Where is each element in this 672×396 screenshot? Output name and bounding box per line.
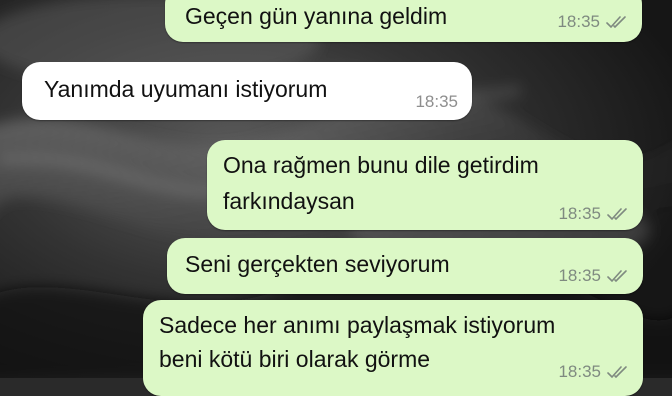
message-meta: 18:35 [558,202,631,227]
message-time: 18:35 [557,12,600,31]
message-bubble-incoming[interactable]: Yanımda uyumanı istiyorum 18:35 [22,62,472,120]
message-bubble-outgoing[interactable]: Sadece her anımı paylaşmak istiyorum ben… [143,300,643,396]
read-ticks-icon [606,15,630,29]
message-text-line: Sadece her anımı paylaşmak istiyorum [159,312,556,338]
message-text: Geçen gün yanına geldim [185,3,448,29]
message-time: 18:35 [415,92,458,111]
message-meta: 18:35 [558,264,631,289]
message-meta: 18:35 [415,90,458,115]
message-text-line: farkındaysan [223,188,355,214]
message-time: 18:35 [558,266,601,285]
message-time: 18:35 [558,362,601,381]
message-meta: 18:35 [557,10,630,35]
message-meta: 18:35 [558,360,631,385]
message-text-line: beni kötü biri olarak görme [159,346,431,372]
message-text: Seni gerçekten seviyorum [185,251,450,277]
message-time: 18:35 [558,204,601,223]
message-text: Yanımda uyumanı istiyorum [44,76,328,102]
read-ticks-icon [607,269,631,283]
message-bubble-outgoing[interactable]: Seni gerçekten seviyorum 18:35 [167,238,643,294]
message-text-line: Ona rağmen bunu dile getirdim [223,152,539,178]
message-bubble-outgoing[interactable]: Ona rağmen bunu dile getirdim farkındays… [207,140,643,230]
read-ticks-icon [607,365,631,379]
read-ticks-icon [607,207,631,221]
message-bubble-outgoing[interactable]: Geçen gün yanına geldim 18:35 [165,0,642,42]
